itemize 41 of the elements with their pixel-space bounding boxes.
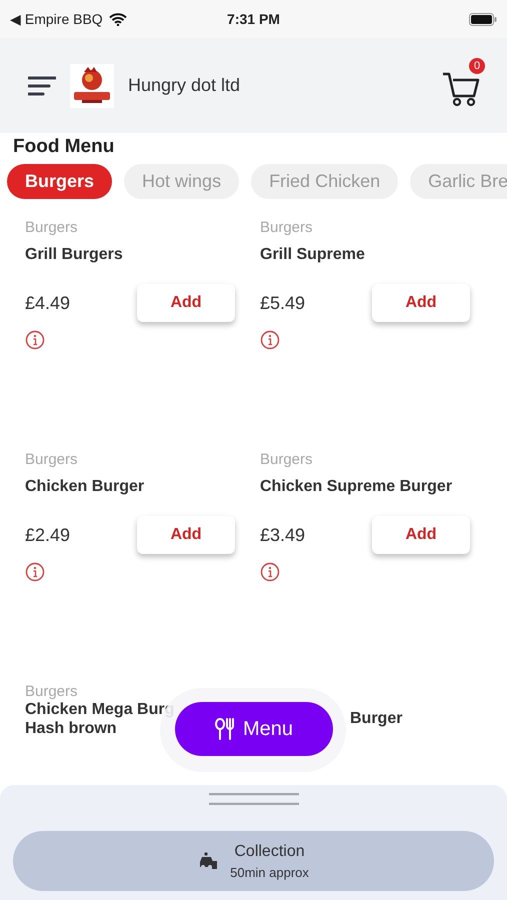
item-price: £5.49 [260, 292, 306, 314]
add-button[interactable]: Add [372, 284, 470, 322]
car-icon [198, 852, 218, 870]
section-title: Food Menu [13, 136, 116, 158]
add-button[interactable]: Add [137, 284, 235, 322]
item-category: Burgers [260, 451, 314, 468]
item-category: Burgers [25, 683, 79, 700]
item-name: Chicken Mega Burg [25, 700, 174, 719]
item-name: Chicken Burger [25, 478, 146, 496]
restaurant-name: Hungry dot ltd [128, 75, 242, 96]
item-category: Burgers [260, 219, 314, 236]
logo-icon [70, 64, 114, 108]
item-name: Chicken Supreme Burger [260, 478, 454, 496]
item-category: Burgers [25, 219, 79, 236]
collection-label: Collection [234, 842, 305, 860]
collection-button[interactable]: Collection 50min approx [13, 831, 494, 891]
drag-handle[interactable] [208, 793, 300, 805]
add-button[interactable]: Add [372, 516, 470, 554]
item-name: Grill Supreme [260, 246, 366, 264]
item-price: £3.49 [260, 524, 306, 546]
battery-icon [468, 12, 497, 26]
category-tab[interactable]: Burgers [7, 164, 112, 199]
item-name: Grill Burgers [25, 246, 124, 264]
collection-time: 50min approx [230, 864, 309, 880]
back-to-app-link[interactable]: ◀ Empire BBQ [10, 11, 103, 27]
info-icon[interactable] [25, 330, 45, 350]
item-name: Hash brown [25, 719, 117, 738]
item-price: £4.49 [25, 292, 70, 314]
item-category: Burgers [25, 451, 79, 468]
info-icon[interactable] [25, 562, 45, 582]
info-icon[interactable] [260, 330, 280, 350]
menu-icon[interactable] [28, 76, 56, 96]
menu-button[interactable]: Menu [175, 702, 333, 756]
cart-badge: 0 [469, 58, 485, 74]
add-button[interactable]: Add [137, 516, 235, 554]
status-time: 7:31 PM [226, 11, 281, 27]
fork-icon [214, 718, 235, 740]
item-name: Burger [350, 709, 402, 728]
wifi-icon [108, 12, 127, 26]
info-icon[interactable] [260, 562, 280, 582]
item-price: £2.49 [25, 524, 70, 546]
